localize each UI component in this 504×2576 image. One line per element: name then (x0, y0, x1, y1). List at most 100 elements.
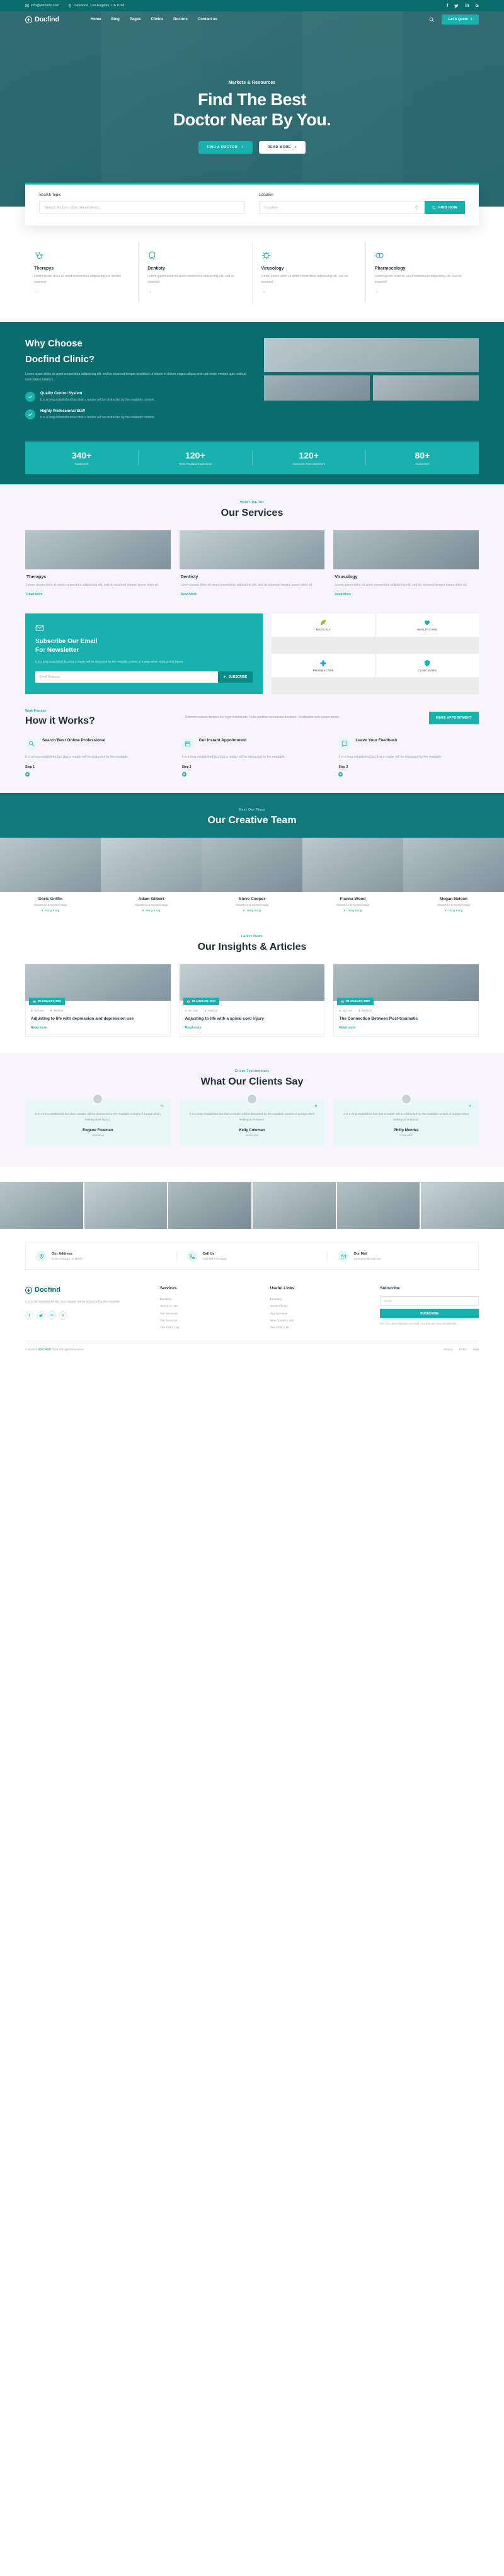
service-detail-card[interactable]: Dentisty Lorem ipsum dolor sit amet cons… (179, 530, 325, 602)
service-card-virusology[interactable]: Virusology Lorem ipsum dolor sit amet co… (253, 242, 366, 304)
footer-link[interactable]: Our Services (160, 1318, 259, 1325)
service-detail-desc: Lorem ipsum dolor sit amet consectetur a… (26, 583, 159, 587)
service-detail-card[interactable]: Therapys Lorem ipsum dolor sit amet cons… (25, 530, 171, 602)
footer-link[interactable]: New Guests Lists (270, 1318, 369, 1325)
facebook-icon[interactable]: f (25, 1311, 33, 1320)
service-detail-card[interactable]: Virusology Lorem ipsum dolor sit amet co… (333, 530, 479, 602)
search-topic-input[interactable]: Search doctors, clinic, Hospitals etc. (39, 201, 245, 214)
nav-item-clinics[interactable]: Clinics (151, 18, 164, 21)
footer-bottom-link-help[interactable]: Help (473, 1348, 479, 1351)
footer-logo-text: Docfind (35, 1286, 60, 1294)
arrow-right-icon[interactable]: → (34, 290, 129, 294)
site-logo[interactable]: Docfind (25, 16, 59, 23)
linkedin-icon[interactable]: in (465, 4, 469, 8)
footer-bottom-link-terms[interactable]: Terms (459, 1348, 466, 1351)
gallery-image[interactable] (253, 1182, 336, 1229)
testimonial-name: Kelly Coleman (239, 1129, 265, 1133)
arrow-right-icon[interactable]: → (147, 290, 243, 294)
blog-post-card[interactable]: 📅 28 JANUARY, 2023 ● By User ● Medical Adju… (179, 964, 325, 1037)
blog-post-read-more[interactable]: Read more (339, 1026, 473, 1030)
nav-item-contact-us[interactable]: Contact us (198, 18, 217, 21)
google-icon[interactable]: G (476, 4, 479, 8)
team-member-card[interactable]: Fianna Wood Obstetrics & Gynaecology ● Ho… (302, 837, 403, 918)
footer-link[interactable]: Our Services (160, 1311, 259, 1318)
contact-label: Call Us (202, 1252, 215, 1257)
get-a-quote-button[interactable]: Get A Quote + (442, 14, 479, 25)
footer-link[interactable]: Terms of Use (160, 1303, 259, 1310)
service-read-more-link[interactable]: Read More (26, 593, 169, 596)
gallery-image[interactable] (168, 1182, 252, 1229)
team-member-name: Steve Cooper (239, 896, 265, 901)
team-member-card[interactable]: Megan Nelson Obstetrics & Gynaecology ● H… (403, 837, 504, 918)
find-a-doctor-button[interactable]: FIND A DOCTOR + (198, 141, 253, 154)
blog-eyebrow: Latest News (241, 934, 263, 938)
newsletter-subscribe-button[interactable]: ➤ SUBSCRIBE (217, 671, 253, 683)
footer-subscribe-note: Get The Latest Updates via email. Any ti… (380, 1322, 457, 1326)
topbar-email[interactable]: info@website.com (25, 4, 59, 8)
footer: Docfind It is a long established fact th… (0, 1270, 504, 1359)
map-pin-icon: ● (41, 908, 43, 912)
topbar-location[interactable]: Oakwood, Los Angeles, CA 1098 (68, 4, 124, 8)
step-item: Get Instant Appointment It is a long est… (181, 738, 323, 777)
blog-post-read-more[interactable]: Read more (31, 1026, 165, 1030)
service-read-more-link[interactable]: Read More (335, 593, 478, 596)
nav-item-home[interactable]: Home (91, 18, 101, 21)
footer-logo[interactable]: Docfind (25, 1286, 149, 1294)
gallery-image[interactable] (336, 1182, 420, 1229)
service-read-more-link[interactable]: Read More (181, 593, 324, 596)
nav-item-blog[interactable]: Blog (112, 18, 120, 21)
twitter-icon[interactable] (37, 1311, 45, 1320)
step-title: Get Instant Appointment (198, 738, 247, 743)
nav-item-doctors[interactable]: Doctors (173, 18, 188, 21)
make-appointment-button[interactable]: MAKE APPOINTMENT (428, 711, 479, 724)
blog-post-card[interactable]: 📅 28 JANUARY, 2023 ● By User ● Medical Adju… (25, 964, 171, 1037)
footer-link[interactable]: The Team List (160, 1325, 259, 1331)
search-icon[interactable] (429, 17, 434, 22)
find-now-button[interactable]: FIND NOW (424, 201, 465, 214)
search-location-input[interactable]: Location (259, 201, 425, 214)
team-member-photo (403, 837, 504, 892)
testimonial-card: ” It is a long established fact that a r… (333, 1093, 479, 1146)
team-member-location: ● Hong Kong (407, 909, 500, 912)
footer-link[interactable]: Dentistry (160, 1296, 259, 1303)
service-card-pharmocology[interactable]: Pharmocology Lorem ipsum dolor sit amet … (366, 242, 479, 304)
blog-post-read-more[interactable]: Read more (185, 1026, 319, 1030)
blog-post-author-text: By User (342, 1008, 353, 1012)
team-member-card[interactable]: Adam Gilbert Obstetrics & Gynaecology ● H… (101, 837, 202, 918)
service-card-dentisty[interactable]: Dentisty Lorem ipsum dolor sit amet cons… (139, 242, 253, 304)
how-it-works-steps: Search Best Online Professional It is a … (25, 738, 479, 777)
gallery-image[interactable] (421, 1182, 504, 1229)
team-member-name: Doris Griffin (38, 896, 62, 901)
footer-subscribe-button[interactable]: SUBSCRIBE (380, 1309, 479, 1319)
footer-link[interactable]: Dentistry (270, 1296, 369, 1303)
stethoscope-icon (34, 251, 129, 260)
twitter-icon[interactable] (454, 4, 459, 8)
newsletter-panel: Subscribe Our Email For Newsletter It is… (25, 613, 263, 694)
footer-email-input[interactable]: Email (380, 1296, 479, 1306)
footer-link[interactable]: Terms of Use (270, 1303, 369, 1310)
arrow-right-icon[interactable]: → (261, 290, 357, 294)
service-card-image (25, 530, 171, 569)
calendar-icon: 📅 (186, 999, 190, 1003)
topbar-email-text: info@website.com (31, 4, 60, 8)
team-member-card[interactable]: Doris Griffin Obstetrics & Gynaecology ●… (0, 837, 101, 918)
step-desc: It is a long established fact that a rea… (181, 755, 285, 759)
blog-post-author-text: By User (188, 1008, 198, 1012)
nav-item-pages[interactable]: Pages (130, 18, 141, 21)
gallery-image[interactable] (0, 1182, 83, 1229)
team-member-card[interactable]: Steve Cooper Obstetrics & Gynaecology ● H… (202, 837, 302, 918)
blog-post-card[interactable]: 📅 28 JANUARY, 2023 ● By User ● Medical The … (333, 964, 479, 1037)
google-icon[interactable]: G (59, 1311, 67, 1320)
footer-link[interactable]: The Team List (270, 1325, 369, 1331)
service-card-therapys[interactable]: Therapys Lorem ipsum dolor sit amet cons… (25, 242, 139, 304)
facebook-icon[interactable]: f (447, 4, 448, 8)
arrow-right-icon[interactable]: → (375, 290, 470, 294)
footer-link[interactable]: Our Services (270, 1311, 369, 1318)
footer-bottom-link-privacy[interactable]: Privacy (444, 1348, 453, 1351)
newsletter-email-input[interactable]: Email Address (40, 675, 218, 679)
brand-name: MEDICAL+ (316, 628, 331, 631)
gallery-image[interactable] (84, 1182, 168, 1229)
stat-item: 340+ Customers (25, 450, 139, 465)
linkedin-icon[interactable]: in (48, 1311, 56, 1320)
read-more-button[interactable]: READ MORE + (258, 141, 306, 154)
